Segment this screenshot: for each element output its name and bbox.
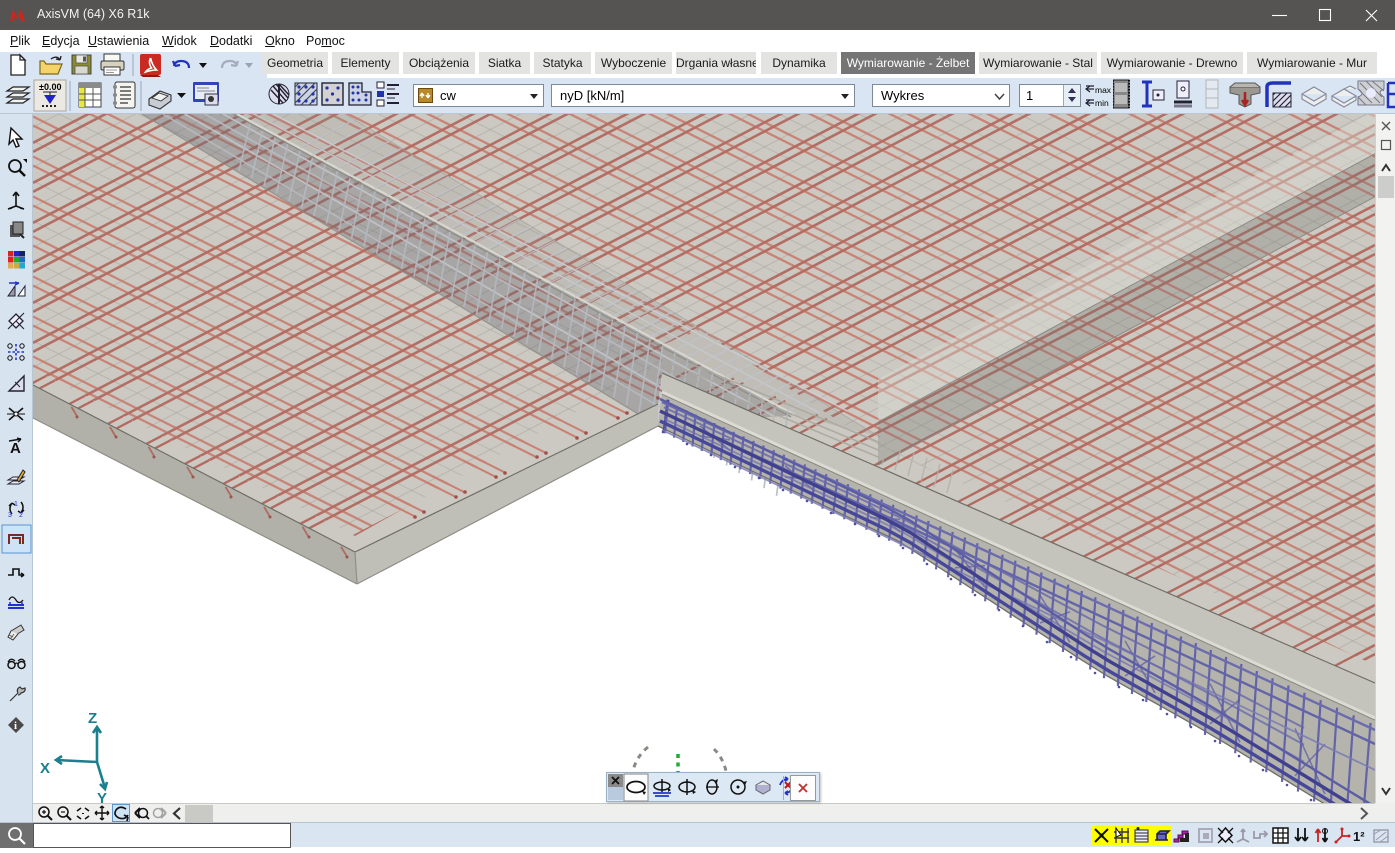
svg-text:max: max [1095,85,1112,95]
svg-text:±0.00: ±0.00 [39,82,61,92]
svg-text:1: 1 [14,501,18,508]
svg-text:A: A [10,440,21,457]
svg-text:3: 3 [8,512,12,519]
svg-text:X: X [40,760,50,777]
svg-text:min: min [1095,98,1109,108]
svg-text:i: i [14,720,17,732]
svg-text:Y: Y [97,790,107,803]
svg-text:Z: Z [88,710,97,727]
svg-text:1²: 1² [1353,829,1365,844]
svg-text:2: 2 [19,512,23,519]
